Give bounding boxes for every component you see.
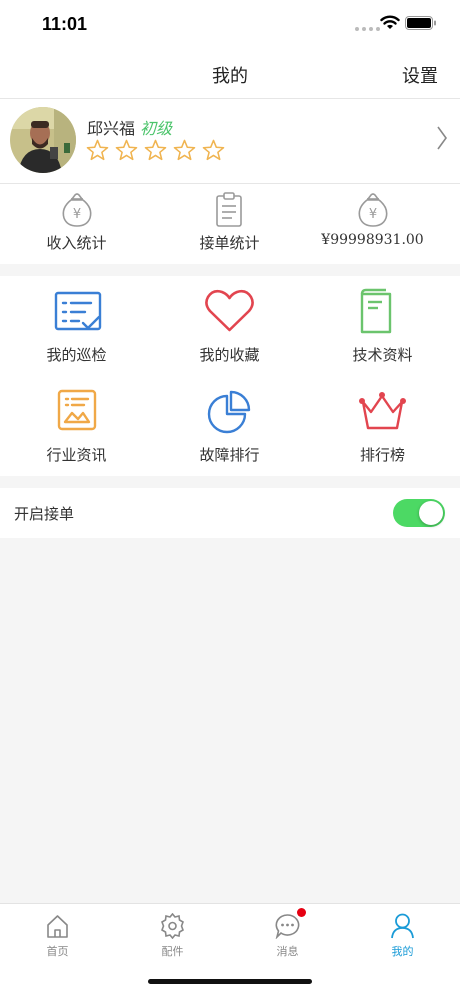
tab-parts-label: 配件 (161, 945, 184, 958)
my-inspection-button[interactable]: 我的巡检 (0, 276, 153, 376)
unread-badge (297, 908, 306, 917)
book-icon (360, 288, 392, 334)
industry-news-button[interactable]: 行业资讯 (0, 376, 153, 476)
my-favorites-button[interactable]: 我的收藏 (153, 276, 306, 376)
home-icon (47, 915, 68, 938)
svg-text:¥: ¥ (73, 207, 81, 222)
star-icon (86, 139, 109, 161)
income-stats-label: 收入统计 (46, 234, 107, 252)
tab-mine[interactable]: 我的 (345, 904, 460, 964)
star-icon (144, 139, 167, 161)
status-bar: 11:01 (0, 0, 460, 50)
pie-chart-icon (207, 390, 251, 434)
tab-home[interactable]: 首页 (0, 904, 115, 964)
wifi-icon (380, 15, 400, 29)
money-bag-icon: ¥ (62, 193, 92, 227)
industry-news-label: 行业资讯 (46, 446, 107, 464)
stats-row: ¥ 收入统计 接单统计 ¥ ¥99998931.00 (0, 184, 460, 264)
leaderboard-button[interactable]: 排行榜 (306, 376, 459, 476)
accept-orders-toggle[interactable] (393, 499, 445, 527)
rating-stars (86, 139, 225, 161)
star-icon (173, 139, 196, 161)
star-icon (202, 139, 225, 161)
tab-home-label: 首页 (46, 945, 69, 958)
tab-parts[interactable]: 配件 (115, 904, 230, 964)
profile-card[interactable]: 邱兴福 初级 (0, 99, 460, 184)
tech-docs-button[interactable]: 技术资料 (306, 276, 459, 376)
chevron-right-icon[interactable] (436, 125, 448, 151)
tab-messages[interactable]: 消息 (230, 904, 345, 964)
toggle-knob (419, 501, 443, 525)
user-name: 邱兴福 (87, 119, 136, 138)
order-stats-button[interactable]: 接单统计 (153, 184, 306, 264)
status-time: 11:01 (42, 14, 88, 34)
user-icon (391, 913, 414, 939)
heart-icon (205, 289, 254, 332)
signal-dots-icon (355, 27, 380, 31)
my-favorites-label: 我的收藏 (199, 346, 260, 364)
avatar[interactable] (10, 107, 76, 173)
tab-messages-label: 消息 (276, 945, 299, 958)
settings-button[interactable]: 设置 (402, 62, 438, 88)
battery-icon (405, 16, 436, 30)
my-inspection-label: 我的巡检 (46, 346, 107, 364)
tech-docs-label: 技术资料 (352, 346, 413, 364)
message-icon (275, 914, 300, 939)
feature-grid: 我的巡检 我的收藏 技术资料 行业资讯 故障排行 排行榜 (0, 276, 460, 476)
order-stats-label: 接单统计 (199, 234, 260, 252)
clipboard-icon (216, 192, 242, 227)
leaderboard-label: 排行榜 (359, 446, 405, 464)
fault-ranking-button[interactable]: 故障排行 (153, 376, 306, 476)
income-stats-button[interactable]: ¥ 收入统计 (0, 184, 153, 264)
fault-ranking-label: 故障排行 (199, 446, 260, 464)
inspection-list-icon (54, 291, 102, 331)
star-icon (115, 139, 138, 161)
money-bag-icon: ¥ (358, 193, 388, 227)
user-level-badge: 初级 (140, 119, 173, 138)
news-chart-icon (57, 389, 97, 431)
nav-bar: 我的 设置 (0, 50, 460, 99)
home-indicator (148, 979, 312, 984)
parts-icon (161, 913, 184, 939)
page-title: 我的 (212, 66, 248, 87)
accept-orders-row: 开启接单 (0, 488, 460, 538)
svg-text:¥: ¥ (369, 207, 377, 222)
crown-icon (359, 392, 406, 430)
balance-button[interactable]: ¥ ¥99998931.00 (306, 184, 459, 264)
accept-orders-label: 开启接单 (14, 505, 75, 523)
balance-amount: ¥99998931.00 (321, 232, 424, 248)
tab-mine-label: 我的 (391, 945, 414, 958)
